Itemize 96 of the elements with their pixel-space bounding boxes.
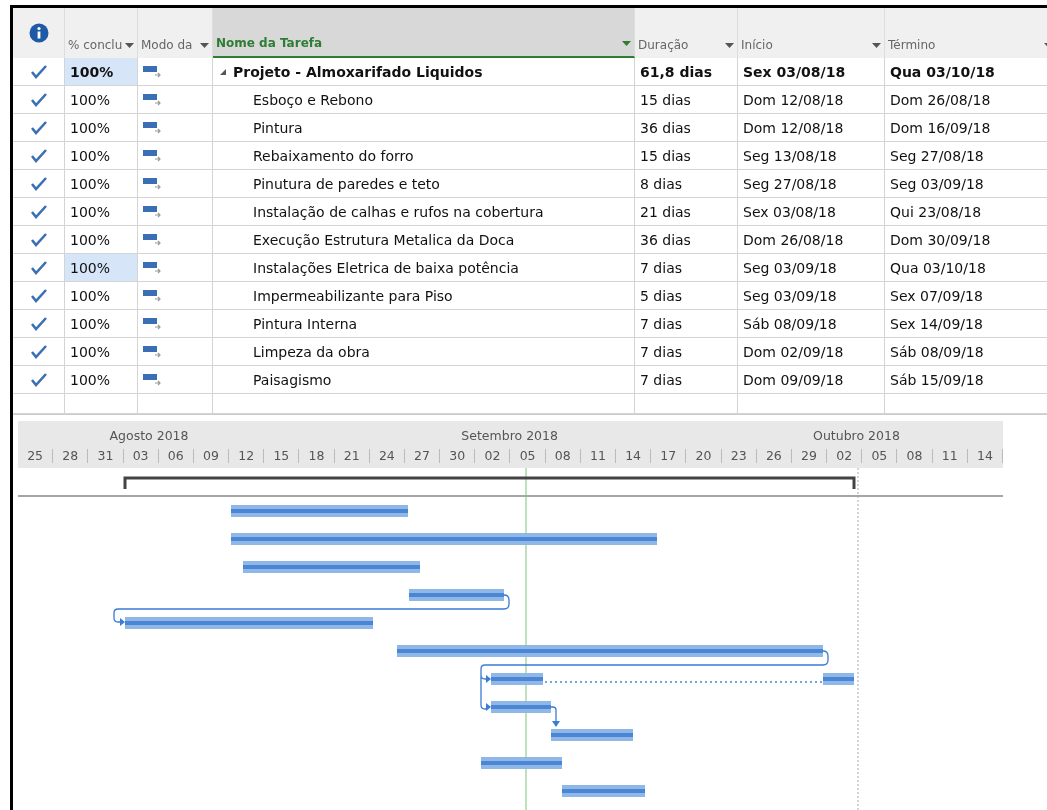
table-cell: Dom 09/09/18 (738, 366, 885, 394)
day-label: 20 (686, 448, 722, 463)
table-cell: Sex 03/08/18 (738, 198, 885, 226)
day-label: 05 (510, 448, 546, 463)
table-cell: 21 dias (635, 198, 738, 226)
task-name: Instalação de calhas e rufos na cobertura (253, 203, 544, 220)
table-cell: Sex 14/09/18 (885, 310, 1047, 338)
day-label: 05 (862, 448, 898, 463)
table-cell: 61,8 dias (635, 58, 738, 86)
table-cell: Dom 16/09/18 (885, 114, 1047, 142)
task-name: Execução Estrutura Metalica da Doca (253, 231, 515, 248)
table-cell: 100% (65, 58, 138, 86)
day-label: 15 (264, 448, 300, 463)
table-cell: Sáb 15/09/18 (885, 366, 1047, 394)
task-name: Pinutura de paredes e teto (253, 175, 440, 192)
table-cell: Seg 03/09/18 (885, 170, 1047, 198)
day-label: 21 (334, 448, 370, 463)
day-label: 17 (651, 448, 687, 463)
table-cell: 100% (65, 86, 138, 114)
table-cell: 15 dias (635, 86, 738, 114)
table-cell: Qua 03/10/18 (885, 254, 1047, 282)
table-cell: 8 dias (635, 170, 738, 198)
day-label: 18 (299, 448, 335, 463)
month-label: Agosto 2018 (109, 428, 190, 443)
table-cell: 7 dias (635, 338, 738, 366)
task-name: Pintura Interna (253, 315, 358, 332)
table-cell: Dom 12/08/18 (738, 114, 885, 142)
day-label: 06 (158, 448, 194, 463)
table-cell: Qui 23/08/18 (885, 198, 1047, 226)
day-label: 29 (791, 448, 828, 463)
day-label: 02 (827, 448, 863, 463)
day-label: 02 (475, 448, 511, 463)
task-name: Projeto - Almoxarifado Liquidos (233, 63, 483, 80)
day-label: 24 (369, 448, 405, 463)
day-label: 08 (897, 448, 933, 463)
task-name: Esboço e Rebono (253, 91, 373, 108)
table-cell: 100% (65, 282, 138, 310)
day-label: 31 (88, 448, 124, 463)
task-name: Impermeabilizante para Piso (253, 287, 453, 304)
day-label: 03 (123, 448, 159, 463)
day-label: 11 (580, 448, 617, 463)
table-cell: Seg 03/09/18 (738, 254, 885, 282)
table-cell: 100% (65, 198, 138, 226)
table-cell: Dom 30/09/18 (885, 226, 1047, 254)
table-cell: 7 dias (635, 254, 738, 282)
table-cell: 5 dias (635, 282, 738, 310)
column-header[interactable]: Nome da Tarefa (216, 36, 323, 50)
table-cell: Seg 27/08/18 (885, 142, 1047, 170)
day-label: 28 (53, 448, 89, 463)
column-header[interactable]: % conclu (68, 38, 123, 52)
table-cell: 7 dias (635, 310, 738, 338)
month-label: Setembro 2018 (461, 428, 559, 443)
day-label: 30 (440, 448, 476, 463)
day-label: 09 (193, 448, 230, 463)
column-header[interactable]: Início (741, 38, 773, 52)
table-cell: 100% (65, 170, 138, 198)
table-cell: Sex 07/09/18 (885, 282, 1047, 310)
table-cell: 100% (65, 142, 138, 170)
column-header[interactable]: Modo da (141, 38, 193, 52)
task-name: Instalações Eletrica de baixa potência (253, 259, 519, 276)
day-label: 27 (404, 448, 441, 463)
task-name: Pintura (253, 119, 303, 136)
table-cell: 100% (65, 338, 138, 366)
task-name: Paisagismo (253, 371, 332, 388)
day-label: 08 (545, 448, 581, 463)
table-cell: Dom 26/08/18 (885, 86, 1047, 114)
day-label: 11 (932, 448, 968, 463)
table-cell: Dom 02/09/18 (738, 338, 885, 366)
table-cell: Sáb 08/09/18 (885, 338, 1047, 366)
table-cell: Qua 03/10/18 (885, 58, 1047, 86)
table-cell: Sex 03/08/18 (738, 58, 885, 86)
day-label: 25 (18, 448, 54, 463)
day-label: 14 (616, 448, 652, 463)
table-cell: 100% (65, 366, 138, 394)
table-cell: 100% (65, 310, 138, 338)
day-label: 12 (229, 448, 265, 463)
table-cell: 100% (65, 114, 138, 142)
day-label: 23 (721, 448, 757, 463)
column-header[interactable]: Término (888, 38, 936, 52)
table-cell: 15 dias (635, 142, 738, 170)
table-cell: Sáb 08/09/18 (738, 310, 885, 338)
table-cell: Dom 12/08/18 (738, 86, 885, 114)
column-header[interactable]: Duração (638, 38, 689, 52)
table-cell: 100% (65, 254, 138, 282)
task-name: Rebaixamento do forro (253, 147, 414, 164)
task-name: Limpeza da obra (253, 343, 370, 360)
day-label: 14 (967, 448, 1003, 463)
table-cell: Dom 26/08/18 (738, 226, 885, 254)
table-cell: 7 dias (635, 366, 738, 394)
month-label: Outubro 2018 (813, 428, 901, 443)
table-cell: Seg 27/08/18 (738, 170, 885, 198)
table-cell: Seg 03/09/18 (738, 282, 885, 310)
table-cell: Seg 13/08/18 (738, 142, 885, 170)
day-label: 26 (756, 448, 792, 463)
table-cell: 36 dias (635, 226, 738, 254)
table-cell: 36 dias (635, 114, 738, 142)
